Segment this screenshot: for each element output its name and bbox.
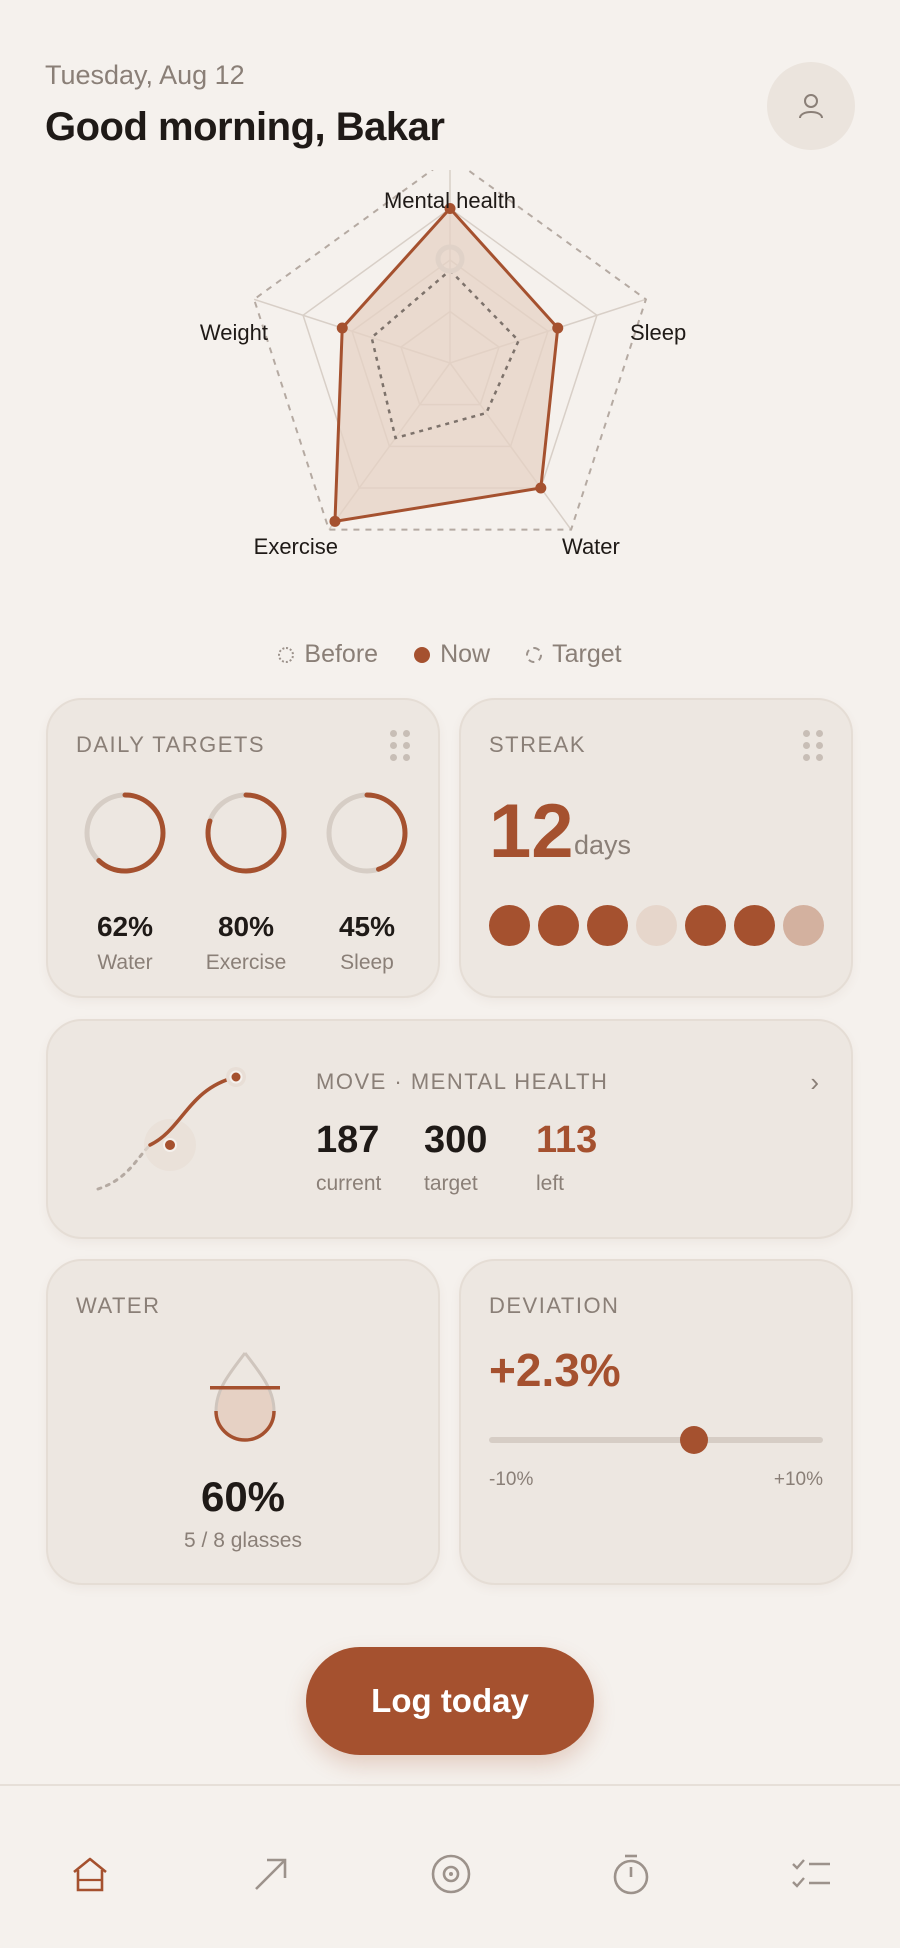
before-dot-icon: [278, 646, 295, 663]
move-current-label: current: [316, 1172, 382, 1195]
progress-curve-icon: [96, 1067, 246, 1191]
axis-label-water: Water: [562, 534, 620, 559]
deviation-value: +2.3%: [489, 1344, 621, 1396]
deviation-title: DEVIATION: [489, 1293, 620, 1318]
water-card[interactable]: WATER 60% 5 / 8 glasses: [46, 1259, 440, 1585]
header: Tuesday, Aug 12 Good morning, Bakar: [45, 60, 855, 160]
move-mental-health-card[interactable]: MOVE · MENTAL HEALTH › 187 current 300 t…: [46, 1019, 853, 1239]
legend-before-label: Before: [304, 640, 379, 668]
water-ring: [84, 792, 166, 874]
target-dot-icon: [526, 646, 543, 663]
move-left-label: left: [536, 1172, 565, 1195]
drag-handle-icon[interactable]: [803, 730, 823, 762]
streak-day-dot: [636, 905, 677, 946]
target-exercise: 80% Exercise: [201, 788, 291, 975]
nav-goals[interactable]: [423, 1846, 479, 1902]
now-point: [535, 482, 547, 494]
target-water-value: 62%: [96, 911, 154, 942]
move-target-label: target: [424, 1172, 478, 1195]
log-today-button[interactable]: Log today: [306, 1647, 594, 1755]
drag-handle-icon[interactable]: [390, 730, 410, 762]
streak-unit: days: [574, 830, 632, 860]
axis-label-sleep: Sleep: [630, 320, 686, 345]
deviation-card[interactable]: DEVIATION +2.3% -10% +10%: [459, 1259, 853, 1585]
legend-target: Target: [526, 640, 622, 669]
timer-icon: [613, 1854, 649, 1895]
now-point: [552, 322, 564, 334]
greeting-title: Good morning, Bakar: [45, 105, 445, 149]
streak-days: [489, 905, 824, 946]
axis-label-weight: Weight: [200, 320, 268, 345]
target-sleep-label: Sleep: [340, 951, 394, 974]
home-icon: [73, 1857, 107, 1892]
sleep-ring: [326, 792, 408, 874]
target-exercise-label: Exercise: [205, 951, 287, 974]
now-point: [329, 515, 341, 527]
radar-chart: Mental health Sleep Water Exercise Weigh…: [200, 170, 686, 559]
user-icon: [799, 94, 823, 119]
target-water: 62% Water: [80, 788, 170, 975]
legend-now: Now: [414, 640, 490, 669]
now-polygon: [333, 206, 560, 524]
daily-targets-title: DAILY TARGETS: [76, 732, 266, 757]
slider-thumb[interactable]: [680, 1426, 709, 1454]
streak-count: 12: [489, 789, 574, 874]
nav-timer[interactable]: [603, 1846, 659, 1902]
exercise-ring: [205, 792, 287, 874]
radar-legend: Before Now Target: [0, 640, 900, 669]
move-title: MOVE · MENTAL HEALTH: [316, 1069, 609, 1094]
streak-day-dot: [489, 905, 530, 946]
streak-day-dot: [685, 905, 726, 946]
deviation-slider[interactable]: [489, 1426, 823, 1454]
nav-home[interactable]: [62, 1846, 118, 1902]
date-label: Tuesday, Aug 12: [45, 60, 245, 90]
move-left: 113 left: [536, 1119, 597, 1196]
target-exercise-value: 80%: [217, 911, 275, 942]
legend-target-label: Target: [552, 640, 622, 668]
nav-trends[interactable]: [243, 1846, 299, 1902]
bottom-navigation: [0, 1784, 900, 1948]
move-target-value: 300: [424, 1119, 488, 1161]
streak-day-dot: [587, 905, 628, 946]
water-glasses: 5 / 8 glasses: [184, 1529, 302, 1552]
checklist-icon: [792, 1859, 830, 1888]
daily-targets-card[interactable]: DAILY TARGETS 62% Water 80% Exercise 45%…: [46, 698, 440, 998]
target-sleep-value: 45%: [338, 911, 396, 942]
profile-button[interactable]: [767, 62, 855, 150]
streak-card[interactable]: STREAK 12 days: [459, 698, 853, 998]
target-sleep: 45% Sleep: [322, 788, 412, 975]
trend-icon: [255, 1858, 287, 1890]
target-water-label: Water: [97, 951, 153, 974]
streak-day-dot: [538, 905, 579, 946]
now-point: [336, 322, 348, 334]
nav-checklist[interactable]: [783, 1846, 839, 1902]
water-title: WATER: [76, 1293, 161, 1318]
water-fill: [216, 1387, 274, 1440]
now-dot-icon: [414, 646, 431, 663]
move-current-value: 187: [316, 1119, 380, 1161]
legend-now-label: Now: [440, 640, 491, 668]
streak-day-dot: [734, 905, 775, 946]
move-left-value: 113: [536, 1119, 598, 1161]
move-current: 187 current: [316, 1119, 381, 1196]
slider-min-label: -10%: [489, 1469, 534, 1490]
move-target: 300 target: [424, 1119, 487, 1196]
axis-label-exercise: Exercise: [254, 534, 338, 559]
legend-before: Before: [278, 640, 378, 669]
target-icon: [431, 1854, 471, 1894]
slider-max-label: +10%: [773, 1469, 823, 1490]
water-drop-icon: [210, 1352, 280, 1442]
streak-day-dot: [783, 905, 824, 946]
streak-title: STREAK: [489, 732, 587, 757]
axis-label-mental-health: Mental health: [384, 188, 516, 213]
water-percent: 60%: [200, 1473, 286, 1520]
chevron-right-icon[interactable]: ›: [810, 1067, 819, 1098]
